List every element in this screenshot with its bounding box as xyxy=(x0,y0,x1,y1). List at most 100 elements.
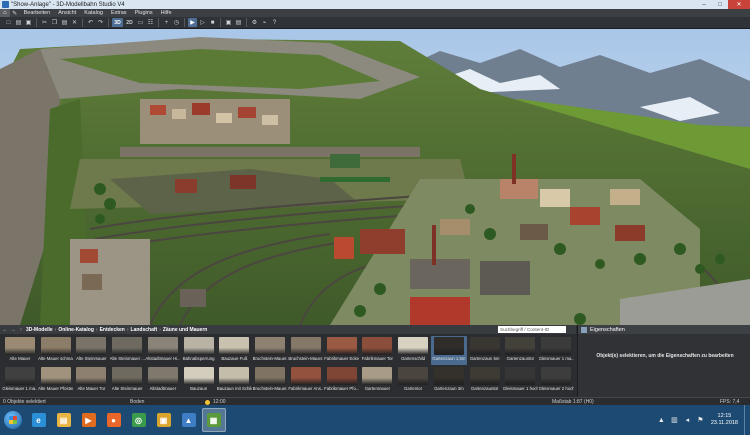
new-icon[interactable]: □ xyxy=(4,18,13,27)
menu-katalog[interactable]: Katalog xyxy=(80,10,107,16)
catalog-item[interactable]: Alte Steinmauer xyxy=(74,336,110,365)
catalog-item[interactable]: Bauzaun xyxy=(181,366,217,395)
3d-viewport[interactable] xyxy=(0,29,750,325)
taskbar-app[interactable]: ▶ xyxy=(77,408,101,432)
paste-icon[interactable]: ▤ xyxy=(60,18,69,27)
open-icon[interactable]: ▤ xyxy=(14,18,23,27)
camera-icon[interactable]: ■ xyxy=(208,18,217,27)
copy-icon[interactable]: ❐ xyxy=(50,18,59,27)
catalog-item[interactable]: Gartenzaun 1,5m xyxy=(431,336,467,365)
catalog-item[interactable]: Bruchstein-Mauer... xyxy=(252,336,288,365)
catalog-item[interactable]: Fabrikmauer Ecke xyxy=(324,336,360,365)
catalog-thumbnail xyxy=(112,367,143,385)
up-arrow-icon[interactable]: ↑ xyxy=(18,327,24,333)
menu-bearbeiten[interactable]: Bearbeiten xyxy=(20,10,55,16)
taskbar-app[interactable]: ▤ xyxy=(52,408,76,432)
catalog-item[interactable]: Alte Mauer schmal xyxy=(38,336,74,365)
catalog-item[interactable]: Alte Steinmauer xyxy=(109,366,145,395)
forward-arrow-icon[interactable]: → xyxy=(10,327,16,333)
menu-hilfe[interactable]: Hilfe xyxy=(157,10,176,16)
view-3d-button[interactable]: 3D xyxy=(112,18,123,27)
catalog-item[interactable]: Fabrikmauer Tor xyxy=(360,336,396,365)
catalog-item[interactable]: Gartentor xyxy=(395,366,431,395)
crumb-3d-modelle[interactable]: 3D-Modelle xyxy=(26,327,53,333)
taskbar-clock[interactable]: 12:15 23.11.2018 xyxy=(711,413,738,427)
volume-icon[interactable]: ◂ xyxy=(683,416,692,425)
ie-icon: e xyxy=(31,413,46,427)
catalog-item[interactable]: Gartenzaun 3m xyxy=(431,366,467,395)
menu-extras[interactable]: Extras xyxy=(107,10,131,16)
taskbar-app[interactable]: ◎ xyxy=(127,408,151,432)
save-icon[interactable]: ▣ xyxy=(24,18,33,27)
catalog-item[interactable]: Bauzaun-Fuß xyxy=(217,336,253,365)
help-icon[interactable]: ? xyxy=(270,18,279,27)
catalog-item[interactable]: Alte Mauer xyxy=(2,336,38,365)
crumb-entdecken[interactable]: Entdecken xyxy=(100,327,125,333)
catalog-item[interactable]: Bruchstein-Mauer... xyxy=(288,336,324,365)
taskbar-app[interactable]: ● xyxy=(102,408,126,432)
crumb-zaeune-mauern[interactable]: Zäune und Mauern xyxy=(163,327,207,333)
catalog-item[interactable]: Gleismauer 1 ma... xyxy=(538,336,574,365)
catalog-item[interactable]: Bahnabsperrung xyxy=(181,336,217,365)
tray-expand-icon[interactable]: ▲ xyxy=(657,416,666,425)
taskbar-app[interactable]: ▣ xyxy=(152,408,176,432)
bookmark-icon[interactable]: ▤ xyxy=(234,18,243,27)
show-desktop-button[interactable] xyxy=(744,405,750,435)
add-icon[interactable]: + xyxy=(162,18,171,27)
catalog-item[interactable]: Altstadtmauer xyxy=(145,366,181,395)
settings-icon[interactable]: ⚙ xyxy=(250,18,259,27)
menu-ansicht[interactable]: Ansicht xyxy=(54,10,80,16)
catalog-item-label: Gleismauer 1 ma... xyxy=(538,356,574,361)
maximize-button[interactable]: □ xyxy=(712,0,728,9)
crumb-online-katalog[interactable]: Online-Katalog xyxy=(58,327,94,333)
play-icon[interactable]: ▶ xyxy=(188,18,197,27)
view-2d-button[interactable]: 2D xyxy=(124,18,135,27)
catalog-item[interactable]: Gleismauer 2 hoch xyxy=(538,366,574,395)
catalog-item[interactable]: Alte Mauer Tor xyxy=(74,366,110,395)
catalog-item[interactable]: Alte Steinmauer ... xyxy=(109,336,145,365)
pencil-icon[interactable]: ✎ xyxy=(10,9,20,17)
redo-icon[interactable]: ↷ xyxy=(96,18,105,27)
catalog-item[interactable]: Gartenzauntür xyxy=(503,336,539,365)
catalog-search-input[interactable]: Suchbegriff / Content-ID xyxy=(498,326,566,333)
clock-icon[interactable]: ◷ xyxy=(172,18,181,27)
taskbar-app[interactable]: e xyxy=(27,408,51,432)
menu-plugins[interactable]: Plugins xyxy=(131,10,157,16)
close-button[interactable]: ✕ xyxy=(728,0,750,9)
taskbar-app[interactable]: ▦ xyxy=(201,408,226,432)
cut-icon[interactable]: ✂ xyxy=(40,18,49,27)
fit-icon[interactable]: ▭ xyxy=(136,18,145,27)
undo-icon[interactable]: ↶ xyxy=(86,18,95,27)
step-icon[interactable]: ▷ xyxy=(198,18,207,27)
catalog-item[interactable]: Gartenmauer xyxy=(360,366,396,395)
catalog-item[interactable]: Altstadtmauer Hi... xyxy=(145,336,181,365)
catalog-item[interactable]: Bruchstein-Mauer... xyxy=(252,366,288,395)
catalog-item[interactable]: Gleismauer 1 hoch xyxy=(503,366,539,395)
catalog-item[interactable]: Gleismauer 1 ma... xyxy=(2,366,38,395)
crumb-separator: › xyxy=(54,326,57,333)
catalog-item[interactable]: Alte Mauer Pfosten xyxy=(38,366,74,395)
back-arrow-icon[interactable]: ← xyxy=(2,327,8,333)
network-icon[interactable]: ▥ xyxy=(670,416,679,425)
catalog-item-label: Alte Mauer Pfosten xyxy=(38,386,74,391)
flag-icon[interactable]: ⚑ xyxy=(696,416,705,425)
delete-icon[interactable]: ✕ xyxy=(70,18,79,27)
grid-icon[interactable]: ☷ xyxy=(146,18,155,27)
catalog-breadcrumb: ← → ↑ 3D-Modelle › Online-Katalog › Entd… xyxy=(0,325,576,334)
catalog-item[interactable]: Fabrikmauer Ans... xyxy=(288,366,324,395)
start-button[interactable] xyxy=(0,405,26,435)
minimize-button[interactable]: – xyxy=(696,0,712,9)
catalog-item[interactable]: Gartenschild xyxy=(395,336,431,365)
catalog-thumbnail xyxy=(4,367,35,385)
catalog-item[interactable]: Gartenzaun 6m xyxy=(467,336,503,365)
link-icon[interactable]: ⌁ xyxy=(260,18,269,27)
catalog-item[interactable]: Fabrikmauer Pfo... xyxy=(324,366,360,395)
taskbar-app[interactable]: ▲ xyxy=(177,408,201,432)
crumb-separator: › xyxy=(95,326,98,333)
catalog-item[interactable]: Bauzaun mit Schild xyxy=(217,366,253,395)
photo-icon[interactable]: ▣ xyxy=(224,18,233,27)
crumb-landschaft[interactable]: Landschaft xyxy=(131,327,158,333)
house-icon[interactable]: ⌂ xyxy=(0,9,10,17)
catalog-thumbnail xyxy=(255,367,286,385)
catalog-item[interactable]: Gartenzauntür xyxy=(467,366,503,395)
